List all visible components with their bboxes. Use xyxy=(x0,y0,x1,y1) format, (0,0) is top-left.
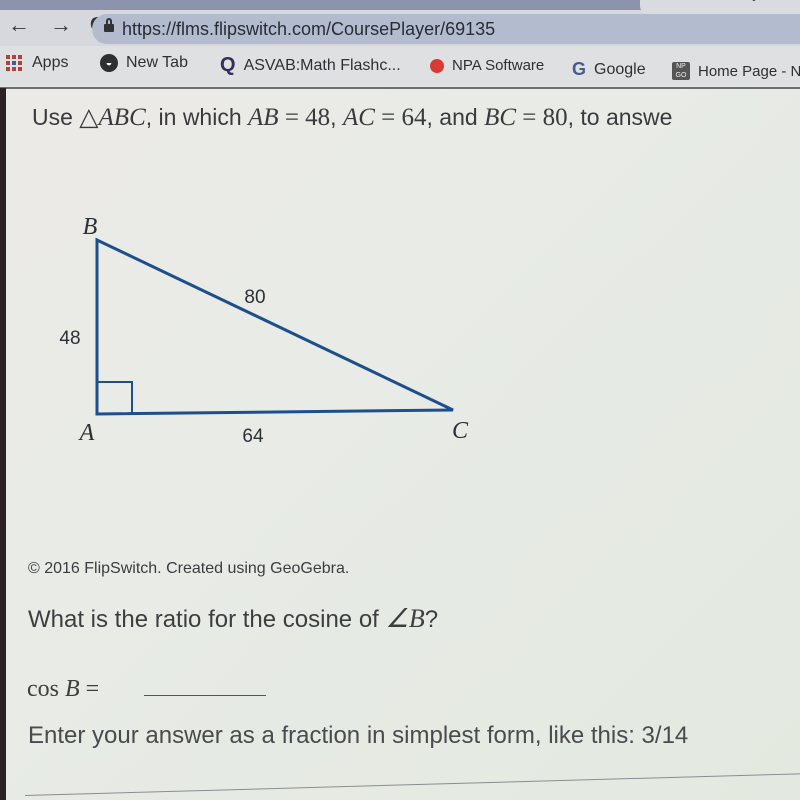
lock-icon xyxy=(104,18,114,34)
tab-course-player[interactable]: ➤ Course Player xyxy=(640,0,800,14)
side-bc-label: 80 xyxy=(244,287,265,308)
answer-blank xyxy=(144,695,266,696)
question-text: What is the ratio for the cosine of ∠B? xyxy=(28,604,439,633)
q-logo-icon: Q xyxy=(220,54,236,76)
url-text[interactable]: https://flms.flipswitch.com/CoursePlayer… xyxy=(122,19,495,40)
google-icon: G xyxy=(572,59,587,79)
npa-icon xyxy=(430,58,444,73)
vertex-b-label: B xyxy=(83,214,98,240)
right-angle-marker xyxy=(97,381,133,414)
bookmark-label: Google xyxy=(594,60,646,78)
bookmark-label: Apps xyxy=(32,54,69,71)
bookmark-apps[interactable]: Apps xyxy=(6,54,68,72)
problem-statement: Use △ABC, in which AB = 48, AC = 64, and… xyxy=(32,104,673,131)
vertex-c-label: C xyxy=(452,418,469,444)
tab-title: Course Player xyxy=(678,0,773,2)
arrow-left-icon: ← xyxy=(8,12,30,37)
answer-expression: cos B = xyxy=(27,676,100,702)
bookmark-label: ASVAB:Math Flashc... xyxy=(243,56,401,74)
apps-grid-icon xyxy=(6,55,24,71)
arrow-right-icon: → xyxy=(50,12,72,37)
bookmark-google[interactable]: G Google xyxy=(572,59,646,80)
copyright-credit: © 2016 FlipSwitch. Created using GeoGebr… xyxy=(28,560,350,577)
vertex-a-label: A xyxy=(78,420,95,446)
np-go-icon: NP GO xyxy=(672,62,690,80)
triangle-abc xyxy=(95,237,454,416)
bookmark-npa-software[interactable]: NPA Software xyxy=(430,57,544,74)
bookmark-label: NPA Software xyxy=(452,57,545,74)
back-button[interactable]: ← xyxy=(8,14,30,36)
forward-button[interactable]: → xyxy=(50,14,72,36)
bookmark-asvab[interactable]: Q ASVAB:Math Flashc... xyxy=(220,54,401,77)
bookmark-new-tab[interactable]: ◒ New Tab xyxy=(100,54,188,72)
bookmark-label: New Tab xyxy=(126,54,188,71)
flipswitch-logo-icon: ➤ xyxy=(650,0,663,2)
bookmark-home-page[interactable]: NP GO Home Page - N xyxy=(672,62,800,80)
globe-icon: ◒ xyxy=(100,54,118,72)
bookmark-label: Home Page - N xyxy=(698,62,800,80)
triangle-diagram: B A C 48 64 80 xyxy=(59,214,469,447)
side-ab-label: 48 xyxy=(59,328,80,349)
side-ac-label: 64 xyxy=(242,426,264,447)
